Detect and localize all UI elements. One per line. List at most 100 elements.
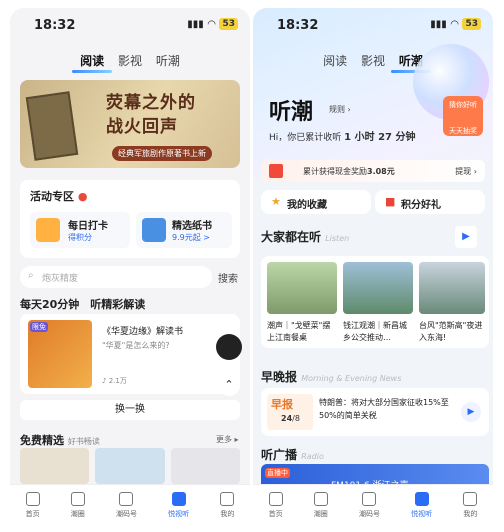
- status-time: 18:32: [277, 18, 319, 33]
- tab-video[interactable]: 影视: [118, 54, 142, 68]
- scroll-top-icon[interactable]: ⌃: [218, 374, 240, 396]
- listen-summary: Hi，你已累计收听 1 小时 27 分钟: [269, 132, 416, 143]
- free-badge: 限免: [30, 322, 48, 332]
- withdraw-link[interactable]: 提现 ›: [455, 166, 477, 177]
- banner-subtitle: 经典军旅剧作原著书上新: [112, 146, 212, 161]
- nav-circle[interactable]: 潮圈: [313, 492, 328, 519]
- left-screen: 18:32 ▮▮▮ ◠ 53 阅读 影视 听潮 荧幕之外的 战火回声 经典军旅剧…: [10, 8, 250, 526]
- nav-account[interactable]: 潮码号: [359, 492, 380, 519]
- activity-card: 活动专区 ● 每日打卡 得积分 精选纸书 9.9元起 >: [20, 180, 240, 258]
- book-cover-image[interactable]: [170, 448, 240, 484]
- top-tabs: 阅读 影视 听潮: [10, 52, 250, 69]
- book-cover-image: [25, 91, 79, 161]
- more-link[interactable]: 更多 ▸: [216, 434, 239, 445]
- g-logo-icon: [119, 492, 134, 506]
- points-gift-button[interactable]: ■ 积分好礼: [375, 190, 485, 214]
- list-item[interactable]: 潮声｜"戈壁菜"摆上江南餐桌: [267, 262, 337, 346]
- home-icon: [268, 492, 283, 506]
- rules-link[interactable]: 规则 ›: [329, 104, 351, 115]
- banner-title-line2: 战火回声: [106, 117, 178, 137]
- list-item[interactable]: 台风"范斯高"夜进入东海!: [419, 262, 485, 346]
- reward-bar[interactable]: 累计获得现金奖励3.08元 提现 ›: [261, 160, 485, 182]
- wifi-icon: ◠: [450, 18, 459, 30]
- free-book-row: [20, 448, 240, 484]
- book-desc: "华夏"是怎么来的?: [102, 341, 170, 350]
- nav-home[interactable]: 首页: [268, 492, 283, 519]
- morning-tag: 早报 24/8: [267, 394, 313, 430]
- right-screen: 18:32 ▮▮▮ ◠ 53 阅读 影视 听潮 听潮 规则 › Hi，你已累计收…: [253, 8, 493, 526]
- book-icon: [142, 218, 166, 242]
- status-icons: ▮▮▮ ◠ 53: [187, 18, 238, 30]
- refresh-button[interactable]: 换一换: [20, 400, 240, 420]
- tab-read[interactable]: 阅读: [80, 54, 104, 68]
- promo-banner[interactable]: 荧幕之外的 战火回声 经典军旅剧作原著书上新: [20, 80, 240, 168]
- paper-book-sub: 9.9元起 >: [172, 233, 210, 242]
- everyone-title: 大家都在听 Listen: [261, 230, 350, 244]
- battery-icon: 53: [219, 18, 238, 30]
- search-button[interactable]: 搜索: [218, 270, 238, 285]
- nav-account[interactable]: 潮码号: [116, 492, 137, 519]
- list-item[interactable]: 钱江观潮｜新昌城乡公交推动…: [343, 262, 413, 346]
- battery-icon: 53: [462, 18, 481, 30]
- everyone-list: 潮声｜"戈壁菜"摆上江南餐桌 钱江观潮｜新昌城乡公交推动… 台风"范斯高"夜进入…: [261, 256, 489, 348]
- wifi-icon: ◠: [207, 18, 216, 30]
- live-badge: 直播中: [265, 468, 290, 478]
- thumbnail-image: [419, 262, 485, 314]
- checkin-item[interactable]: 每日打卡 得积分: [30, 212, 130, 248]
- nav-profile[interactable]: 我的: [463, 492, 478, 519]
- free-section-title: 免费精选 好书畅读: [20, 434, 100, 447]
- status-time: 18:32: [34, 18, 76, 33]
- gift-icon: ■: [385, 195, 396, 208]
- thumbnail-image: [343, 262, 413, 314]
- book-cover-image: 限免: [28, 320, 92, 388]
- gift-icon: [36, 218, 60, 242]
- search-icon: ⌕: [28, 270, 34, 281]
- hero-title: 听潮: [269, 100, 314, 125]
- search-placeholder: 炮灰精废: [42, 274, 79, 284]
- status-bar: 18:32 ▮▮▮ ◠ 53: [10, 8, 250, 38]
- nav-media[interactable]: 悦视听: [168, 492, 189, 519]
- book-cover-image[interactable]: [95, 448, 165, 484]
- nav-profile[interactable]: 我的: [220, 492, 235, 519]
- status-bar: 18:32 ▮▮▮ ◠ 53: [253, 8, 493, 38]
- morning-news-card[interactable]: 早报 24/8 特朗普：将对大部分国家征收15%至50%的简单关税 ▶: [261, 388, 489, 436]
- morning-title: 早晚报 Morning & Evening News: [261, 370, 402, 384]
- bottom-nav: 首页 潮圈 潮码号 悦视听 我的: [253, 484, 493, 526]
- daily-book-card[interactable]: 限免 《华夏边缘》解读书 "华夏"是怎么来的? ♪ 2.1万: [20, 314, 240, 394]
- book-cover-image[interactable]: [20, 448, 90, 484]
- chat-icon: [313, 492, 328, 506]
- paper-book-item[interactable]: 精选纸书 9.9元起 >: [136, 212, 232, 248]
- banner-title-line1: 荧幕之外的: [106, 93, 196, 113]
- activity-title: 活动专区 ●: [30, 190, 88, 203]
- search-input[interactable]: ⌕ 炮灰精废: [20, 266, 212, 288]
- floating-player-button[interactable]: [216, 334, 242, 360]
- chat-icon: [70, 492, 85, 506]
- g-logo-icon: [362, 492, 377, 506]
- tv-icon: [171, 492, 186, 506]
- favorites-button[interactable]: ★ 我的收藏: [261, 190, 371, 214]
- radio-title: 听广播 Radio: [261, 448, 324, 462]
- red-packet-icon: [269, 164, 283, 178]
- nav-media[interactable]: 悦视听: [411, 492, 432, 519]
- lottery-badge[interactable]: 猜你好听 天天抽奖: [443, 96, 483, 136]
- tv-icon: [414, 492, 429, 506]
- signal-icon: ▮▮▮: [430, 18, 447, 30]
- nav-home[interactable]: 首页: [25, 492, 40, 519]
- user-icon: [220, 492, 235, 506]
- nav-circle[interactable]: 潮圈: [70, 492, 85, 519]
- paper-book-title: 精选纸书: [172, 221, 212, 232]
- user-icon: [463, 492, 478, 506]
- tab-read[interactable]: 阅读: [323, 54, 347, 68]
- checkin-sub: 得积分: [68, 233, 92, 242]
- star-icon: ★: [271, 195, 281, 208]
- play-button[interactable]: ▶: [461, 402, 481, 422]
- bottom-nav: 首页 潮圈 潮码号 悦视听 我的: [10, 484, 250, 526]
- play-all-button[interactable]: ▶: [455, 226, 477, 248]
- news-text: 特朗普：将对大部分国家征收15%至50%的简单关税: [319, 398, 449, 420]
- tab-video[interactable]: 影视: [361, 54, 385, 68]
- home-icon: [25, 492, 40, 506]
- reward-text: 累计获得现金奖励3.08元: [303, 167, 395, 176]
- checkin-title: 每日打卡: [68, 221, 108, 232]
- tab-tingchao[interactable]: 听潮: [156, 54, 180, 68]
- signal-icon: ▮▮▮: [187, 18, 204, 30]
